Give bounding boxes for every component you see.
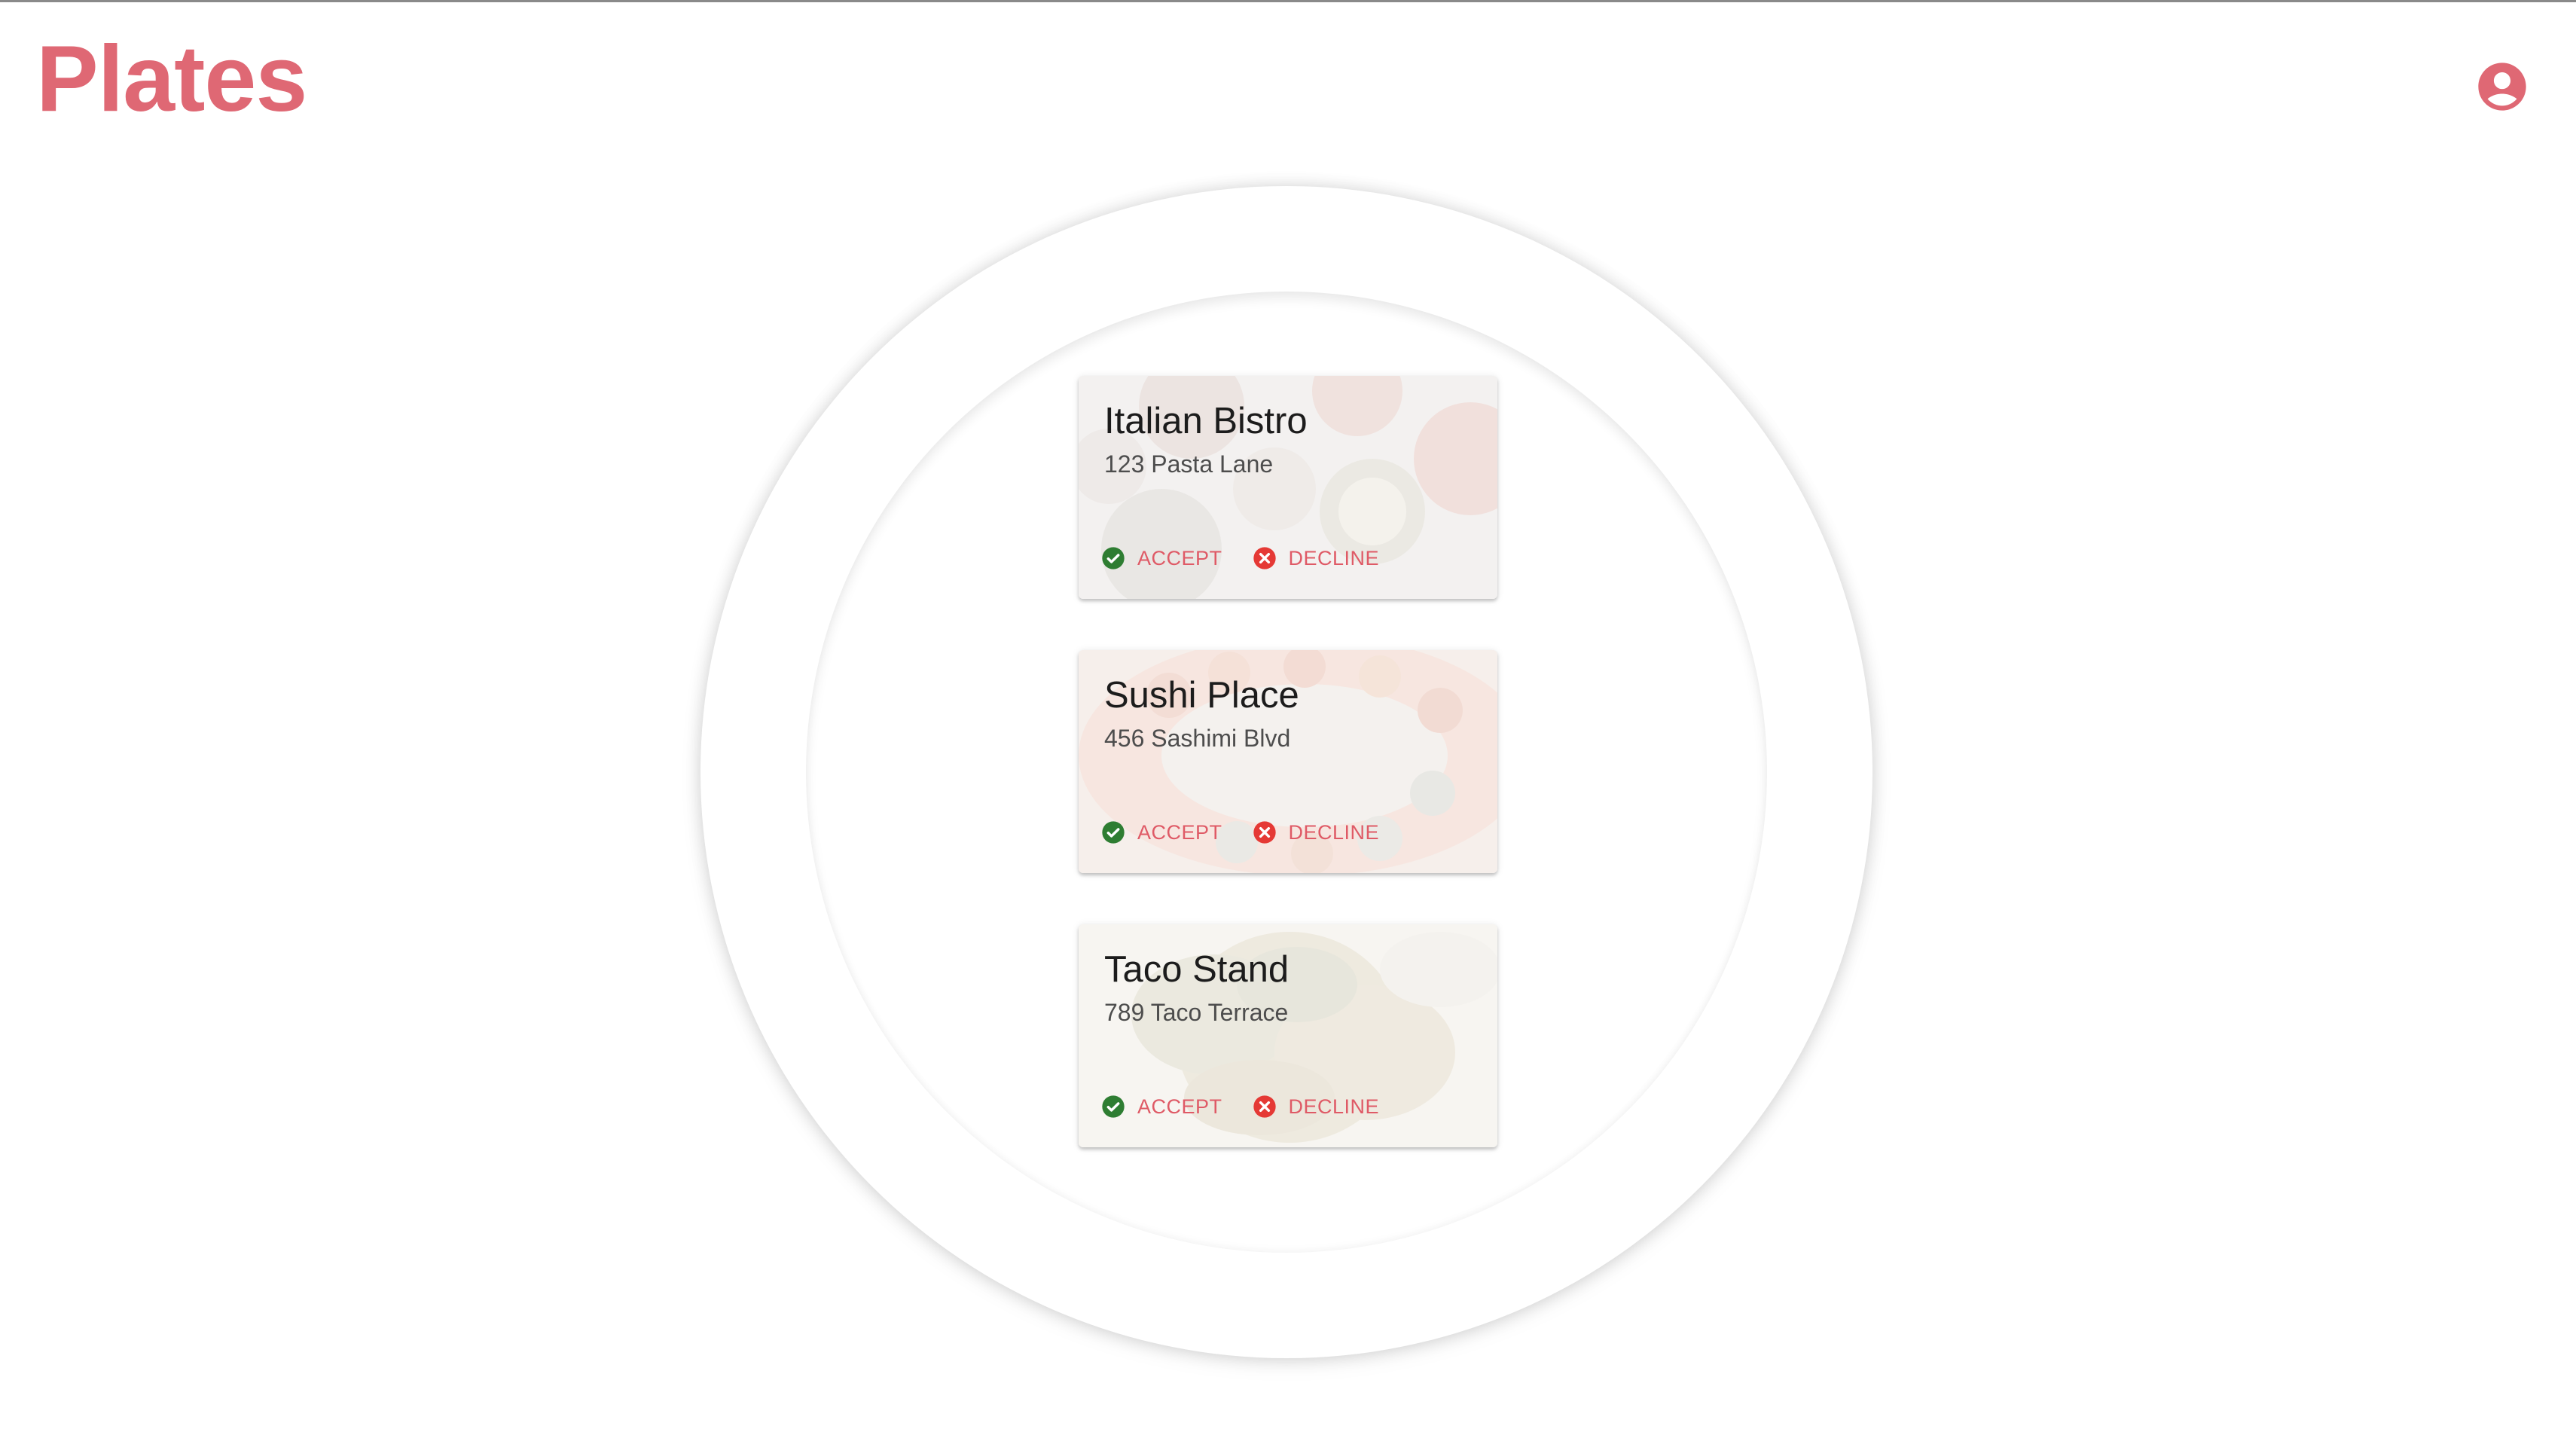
card-actions: ACCEPT DECLINE [1095,816,1385,849]
check-circle-icon [1102,821,1125,844]
accept-label: ACCEPT [1137,1095,1222,1118]
accept-button[interactable]: ACCEPT [1095,542,1228,575]
cancel-circle-icon [1253,1095,1276,1118]
restaurant-card: Sushi Place 456 Sashimi Blvd ACCEPT DECL… [1079,650,1497,873]
restaurant-address: 456 Sashimi Blvd [1104,725,1291,752]
decline-button[interactable]: DECLINE [1247,1090,1386,1123]
decline-button[interactable]: DECLINE [1247,542,1386,575]
profile-button[interactable] [2474,58,2531,115]
cancel-circle-icon [1253,821,1276,844]
decline-label: DECLINE [1288,820,1380,844]
page: Plates Italian Bistro 123 Pasta Lane ACC… [0,0,2576,1429]
check-circle-icon [1102,547,1125,569]
accept-label: ACCEPT [1137,546,1222,569]
cancel-circle-icon [1253,547,1276,569]
accept-button[interactable]: ACCEPT [1095,816,1228,849]
app-title: Plates [36,27,307,131]
decline-label: DECLINE [1288,1095,1380,1118]
restaurant-address: 789 Taco Terrace [1104,999,1289,1026]
restaurant-card: Italian Bistro 123 Pasta Lane ACCEPT DEC… [1079,376,1497,599]
restaurant-name: Italian Bistro [1104,401,1308,441]
account-circle-icon [2478,63,2526,111]
check-circle-icon [1102,1095,1125,1118]
restaurant-address: 123 Pasta Lane [1104,450,1274,478]
restaurant-name: Taco Stand [1104,949,1290,990]
card-actions: ACCEPT DECLINE [1095,1090,1385,1123]
decline-label: DECLINE [1288,546,1380,569]
restaurant-name: Sushi Place [1104,675,1299,716]
restaurant-card: Taco Stand 789 Taco Terrace ACCEPT DECLI… [1079,924,1497,1147]
accept-button[interactable]: ACCEPT [1095,1090,1228,1123]
accept-label: ACCEPT [1137,820,1222,844]
decline-button[interactable]: DECLINE [1247,816,1386,849]
card-actions: ACCEPT DECLINE [1095,542,1385,575]
